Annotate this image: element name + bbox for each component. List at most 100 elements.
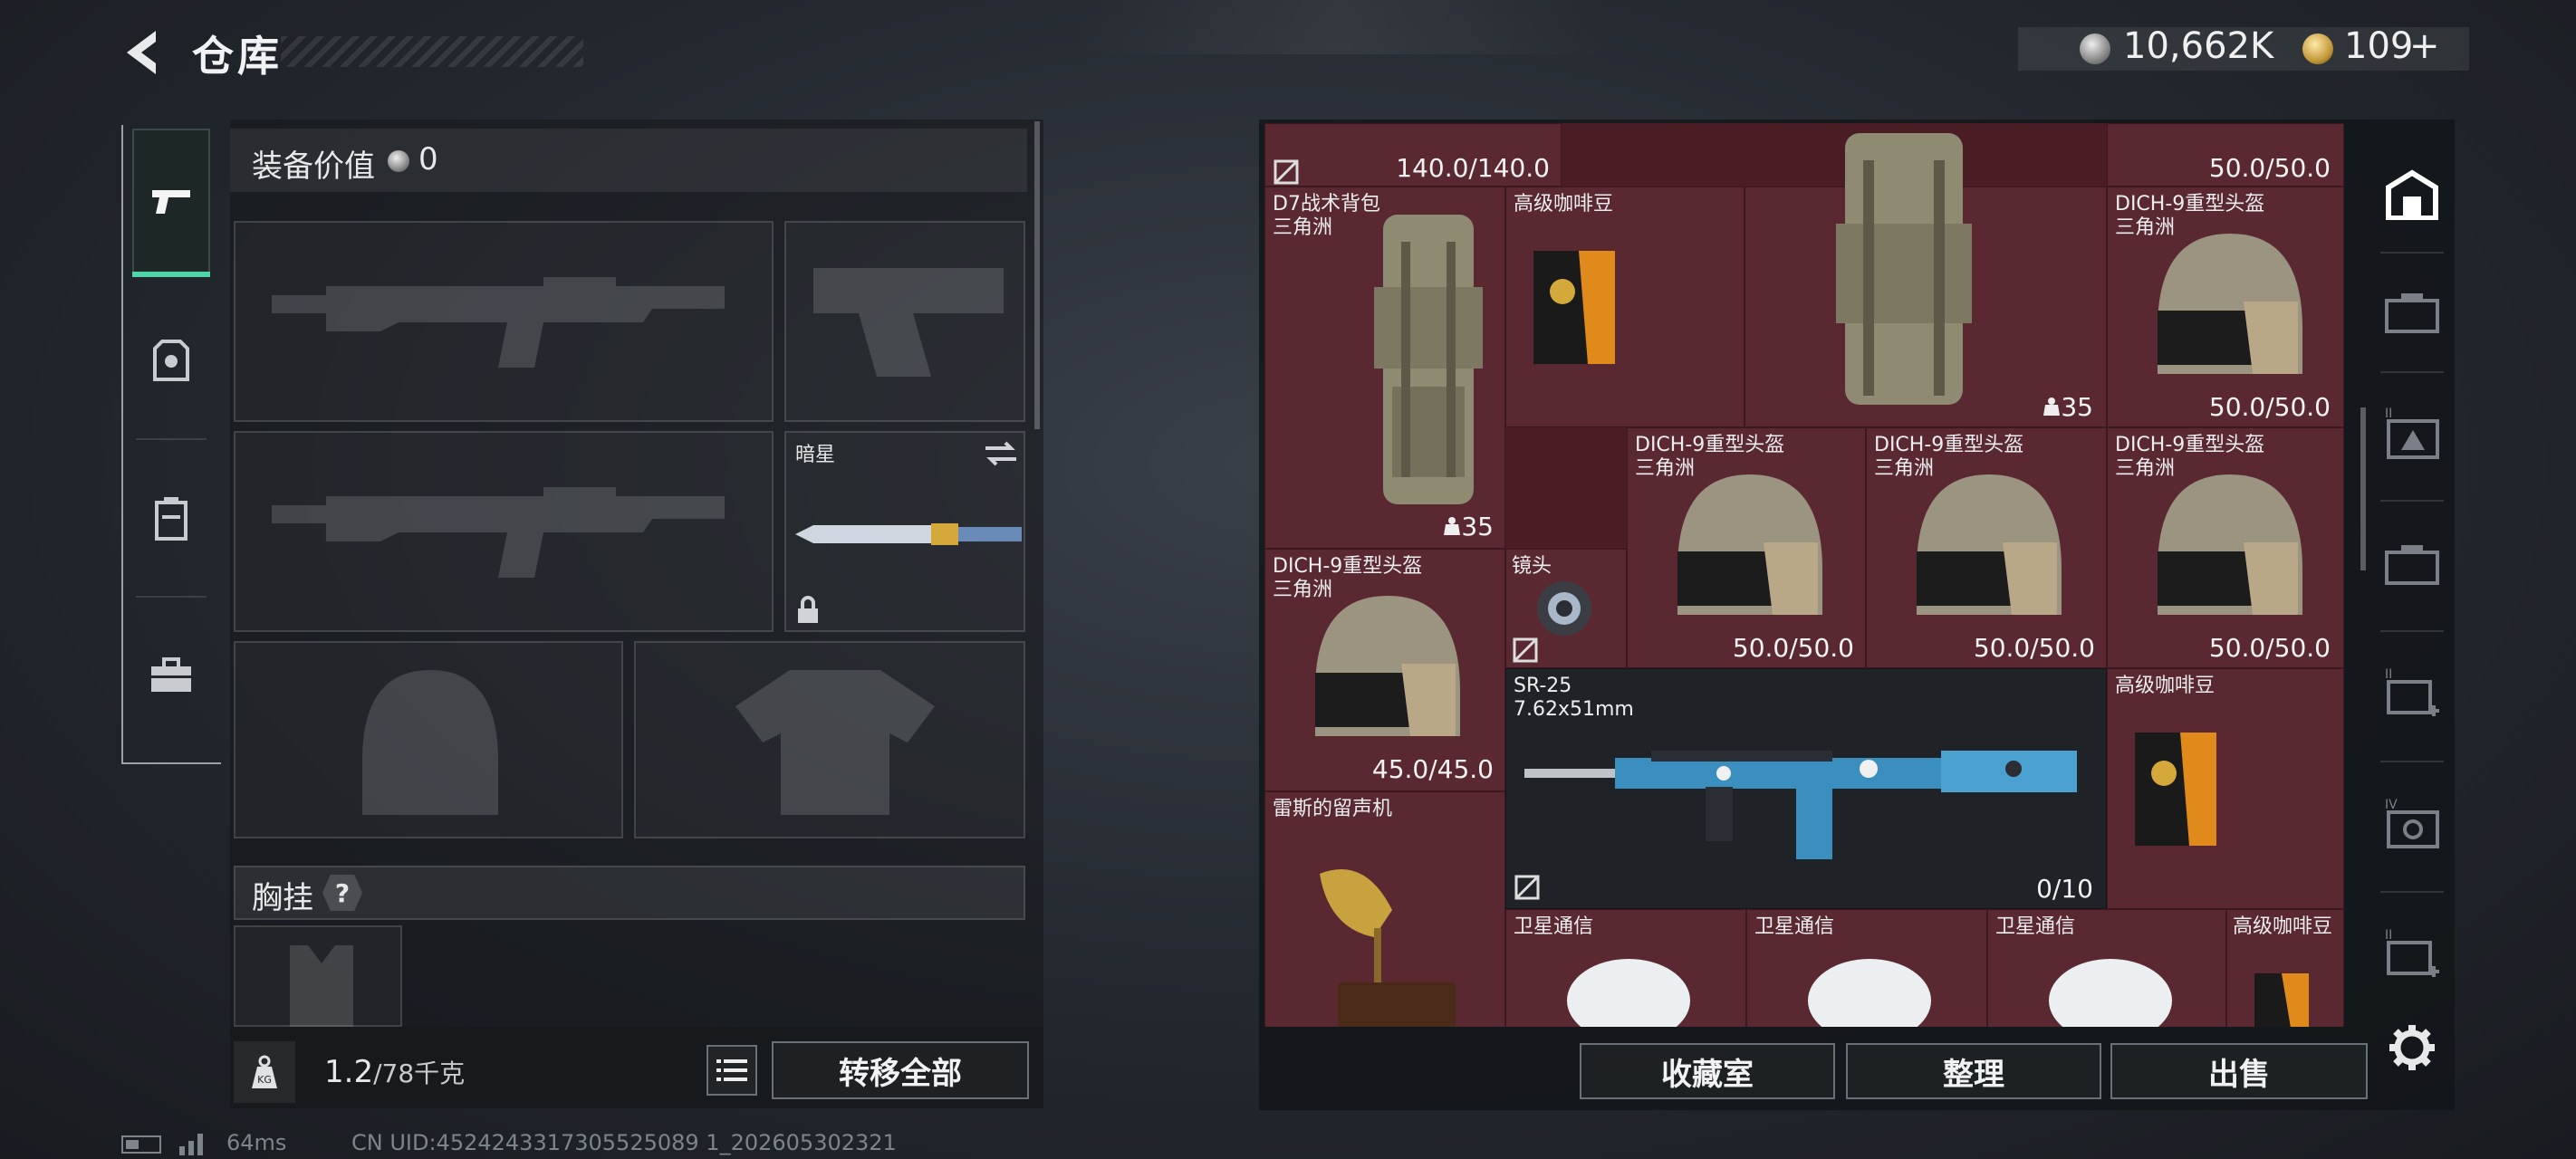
- nav-armor[interactable]: [132, 288, 210, 433]
- item-capacity: 35: [1443, 512, 1494, 541]
- equipment-scrollbar[interactable]: [1034, 121, 1040, 429]
- stash-item-11[interactable]: SR-25 7.62x51mm 0/10: [1505, 668, 2107, 909]
- nav-divider: [136, 438, 207, 440]
- collection-button[interactable]: 收藏室: [1580, 1043, 1835, 1099]
- satellite-dish-icon: [1808, 959, 1931, 1027]
- stash-item-13[interactable]: 雷斯的留声机: [1264, 791, 1505, 1027]
- gear-icon[interactable]: [2388, 1023, 2437, 1072]
- weight-max: /78千克: [373, 1058, 466, 1088]
- item-ammo: 0/10: [2036, 874, 2093, 904]
- helmet-slot[interactable]: [234, 641, 623, 838]
- nav-active-indicator: [132, 272, 210, 277]
- value-coin-icon: [388, 150, 409, 172]
- item-name: 卫星通信: [1514, 915, 1594, 938]
- nav-divider: [136, 596, 207, 598]
- item-name: 高级咖啡豆: [2233, 915, 2333, 938]
- no-insure-icon: [1514, 875, 1540, 900]
- stash-item-14[interactable]: 卫星通信: [1505, 909, 1746, 1027]
- stash-scrollbar[interactable]: [2360, 407, 2366, 570]
- body-armor-slot[interactable]: [634, 641, 1025, 838]
- stash-item-9[interactable]: DICH-9重型头盔 三角洲 45.0/45.0: [1264, 549, 1505, 791]
- category-stash[interactable]: [2373, 145, 2451, 244]
- stash-item-4[interactable]: 35: [1745, 133, 2107, 427]
- pistol-icon: [152, 190, 190, 214]
- equipment-value-label: 装备价值: [252, 148, 375, 185]
- ping-text: 64ms: [226, 1130, 287, 1155]
- secondary-weapon-slot[interactable]: [234, 431, 774, 632]
- item-sub: 三角洲: [1273, 216, 1333, 239]
- list-icon: [716, 1059, 747, 1081]
- coffee-bag-icon: [1533, 251, 1615, 364]
- item-name: DICH-9重型头盔: [2115, 193, 2265, 216]
- helmet-item-icon: [1677, 474, 1822, 615]
- item-name: 高级咖啡豆: [2115, 675, 2216, 697]
- item-name: 卫星通信: [1754, 915, 1835, 938]
- stash-item-8[interactable]: DICH-9重型头盔 三角洲 50.0/50.0: [2107, 427, 2344, 668]
- category-divider: [2380, 761, 2444, 762]
- backpack-item-icon: [1836, 133, 1972, 405]
- swap-icon[interactable]: [984, 440, 1018, 467]
- category-case-4[interactable]: IV: [2373, 775, 2451, 875]
- stash-item-5[interactable]: DICH-9重型头盔 三角洲 50.0/50.0: [2107, 187, 2344, 427]
- battery-icon: [121, 1135, 161, 1154]
- kg-label: KG: [257, 1074, 272, 1086]
- stash-grid: 140.0/140.0 50.0/50.0 D7战术背包 三角洲 35 高级咖啡…: [1264, 123, 2344, 1027]
- satellite-dish-icon: [1567, 959, 1690, 1027]
- stash-item-7[interactable]: DICH-9重型头盔 三角洲 50.0/50.0: [1866, 427, 2107, 668]
- stash-item-15[interactable]: 卫星通信: [1746, 909, 1987, 1027]
- melee-slot[interactable]: 暗星: [784, 431, 1025, 632]
- sort-button[interactable]: 整理: [1846, 1043, 2101, 1099]
- stash-item-17[interactable]: 高级咖啡豆: [2226, 909, 2344, 1027]
- stash-item-10[interactable]: 镜头: [1505, 549, 1627, 668]
- category-case-add[interactable]: II: [2373, 645, 2451, 744]
- list-view-button[interactable]: [706, 1045, 757, 1096]
- nav-weapons[interactable]: [132, 129, 210, 273]
- sell-button[interactable]: 出售: [2110, 1043, 2368, 1099]
- back-arrow-icon[interactable]: [120, 27, 165, 78]
- case-1-icon: [2385, 293, 2439, 333]
- toolbox-icon: [151, 657, 191, 692]
- stash-item-2[interactable]: D7战术背包 三角洲 35: [1264, 187, 1505, 549]
- category-divider: [2380, 500, 2444, 502]
- item-durability: 140.0/140.0: [1396, 153, 1550, 183]
- nav-toolbox[interactable]: [132, 603, 210, 748]
- no-insure-icon: [1274, 159, 1299, 185]
- item-name: 高级咖啡豆: [1514, 193, 1614, 216]
- stash-home-icon: [2386, 169, 2438, 220]
- stash-item-6[interactable]: DICH-9重型头盔 三角洲 50.0/50.0: [1627, 427, 1866, 668]
- stash-item-0[interactable]: 140.0/140.0: [1264, 123, 1562, 187]
- case-4-icon: IV: [2385, 798, 2439, 848]
- stash-item-12[interactable]: 高级咖啡豆: [2107, 668, 2344, 909]
- stash-item-1[interactable]: 50.0/50.0: [2107, 123, 2344, 187]
- svg-text:IV: IV: [2385, 798, 2398, 812]
- category-divider: [2380, 891, 2444, 893]
- stash-item-16[interactable]: 卫星通信: [1987, 909, 2226, 1027]
- item-durability: 50.0/50.0: [1973, 633, 2095, 663]
- chest-rig-slot[interactable]: [234, 925, 402, 1027]
- primary-weapon-slot[interactable]: [234, 221, 774, 422]
- weight-current: 1.2: [324, 1054, 374, 1090]
- category-case-2[interactable]: II: [2373, 384, 2451, 484]
- gramophone-icon: [1320, 869, 1456, 1027]
- armor-silhouette-icon: [735, 670, 935, 815]
- add-gold-button[interactable]: +: [2409, 25, 2440, 67]
- item-name: DICH-9重型头盔: [1635, 434, 1785, 456]
- satellite-dish-icon: [2049, 959, 2172, 1027]
- item-name: 镜头: [1512, 555, 1552, 578]
- helmet-item-icon: [1315, 596, 1460, 736]
- category-case-add-2[interactable]: II: [2373, 905, 2451, 1005]
- category-case-3[interactable]: [2373, 514, 2451, 614]
- svg-text:II: II: [2385, 928, 2392, 943]
- chest-rig-help-button[interactable]: ?: [322, 875, 362, 911]
- stash-item-3[interactable]: 高级咖啡豆: [1505, 187, 1745, 427]
- coffee-bag-icon: [2135, 733, 2216, 846]
- item-name: SR-25: [1514, 675, 1572, 697]
- item-durability: 50.0/50.0: [1732, 633, 1854, 663]
- transfer-all-button[interactable]: 转移全部: [772, 1041, 1029, 1099]
- category-case-1[interactable]: [2373, 263, 2451, 362]
- nav-backpack[interactable]: [132, 445, 210, 590]
- rifle-item-icon: [1524, 751, 2077, 859]
- title-decoration: [281, 36, 583, 67]
- item-durability: 45.0/45.0: [1371, 754, 1494, 784]
- pistol-slot[interactable]: [784, 221, 1025, 422]
